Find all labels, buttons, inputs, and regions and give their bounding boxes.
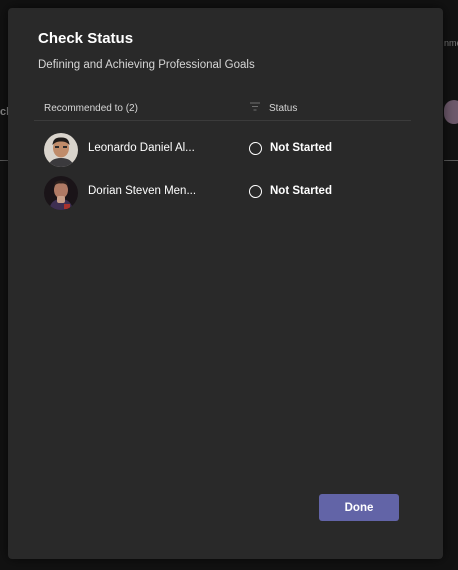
background-avatar — [444, 100, 458, 124]
check-status-dialog: Check Status Defining and Achieving Prof… — [8, 8, 443, 559]
status-text: Not Started — [270, 185, 332, 197]
dialog-subtitle: Defining and Achieving Professional Goal… — [38, 59, 255, 71]
done-button[interactable]: Done — [319, 494, 399, 521]
filter-icon[interactable] — [250, 102, 260, 111]
status-circle-icon — [249, 142, 262, 155]
avatar — [44, 133, 78, 167]
avatar-photo — [44, 176, 78, 210]
status-circle-icon — [249, 185, 262, 198]
table-header: Recommended to (2) Status — [34, 98, 411, 121]
table-row: Dorian Steven Men... Not Started — [34, 174, 411, 212]
status-text: Not Started — [270, 142, 332, 154]
background-divider-left — [0, 160, 8, 161]
table-row: Leonardo Daniel Al... Not Started — [34, 131, 411, 169]
background-divider-right — [444, 160, 458, 161]
column-header-status[interactable]: Status — [269, 103, 297, 114]
background-text-fragment-right: nme — [444, 38, 458, 48]
avatar-photo — [44, 133, 78, 167]
dialog-title: Check Status — [38, 30, 134, 47]
recipient-name: Leonardo Daniel Al... — [88, 142, 195, 154]
avatar — [44, 176, 78, 210]
recipient-name: Dorian Steven Men... — [88, 185, 197, 197]
column-header-recommended: Recommended to (2) — [44, 103, 138, 114]
